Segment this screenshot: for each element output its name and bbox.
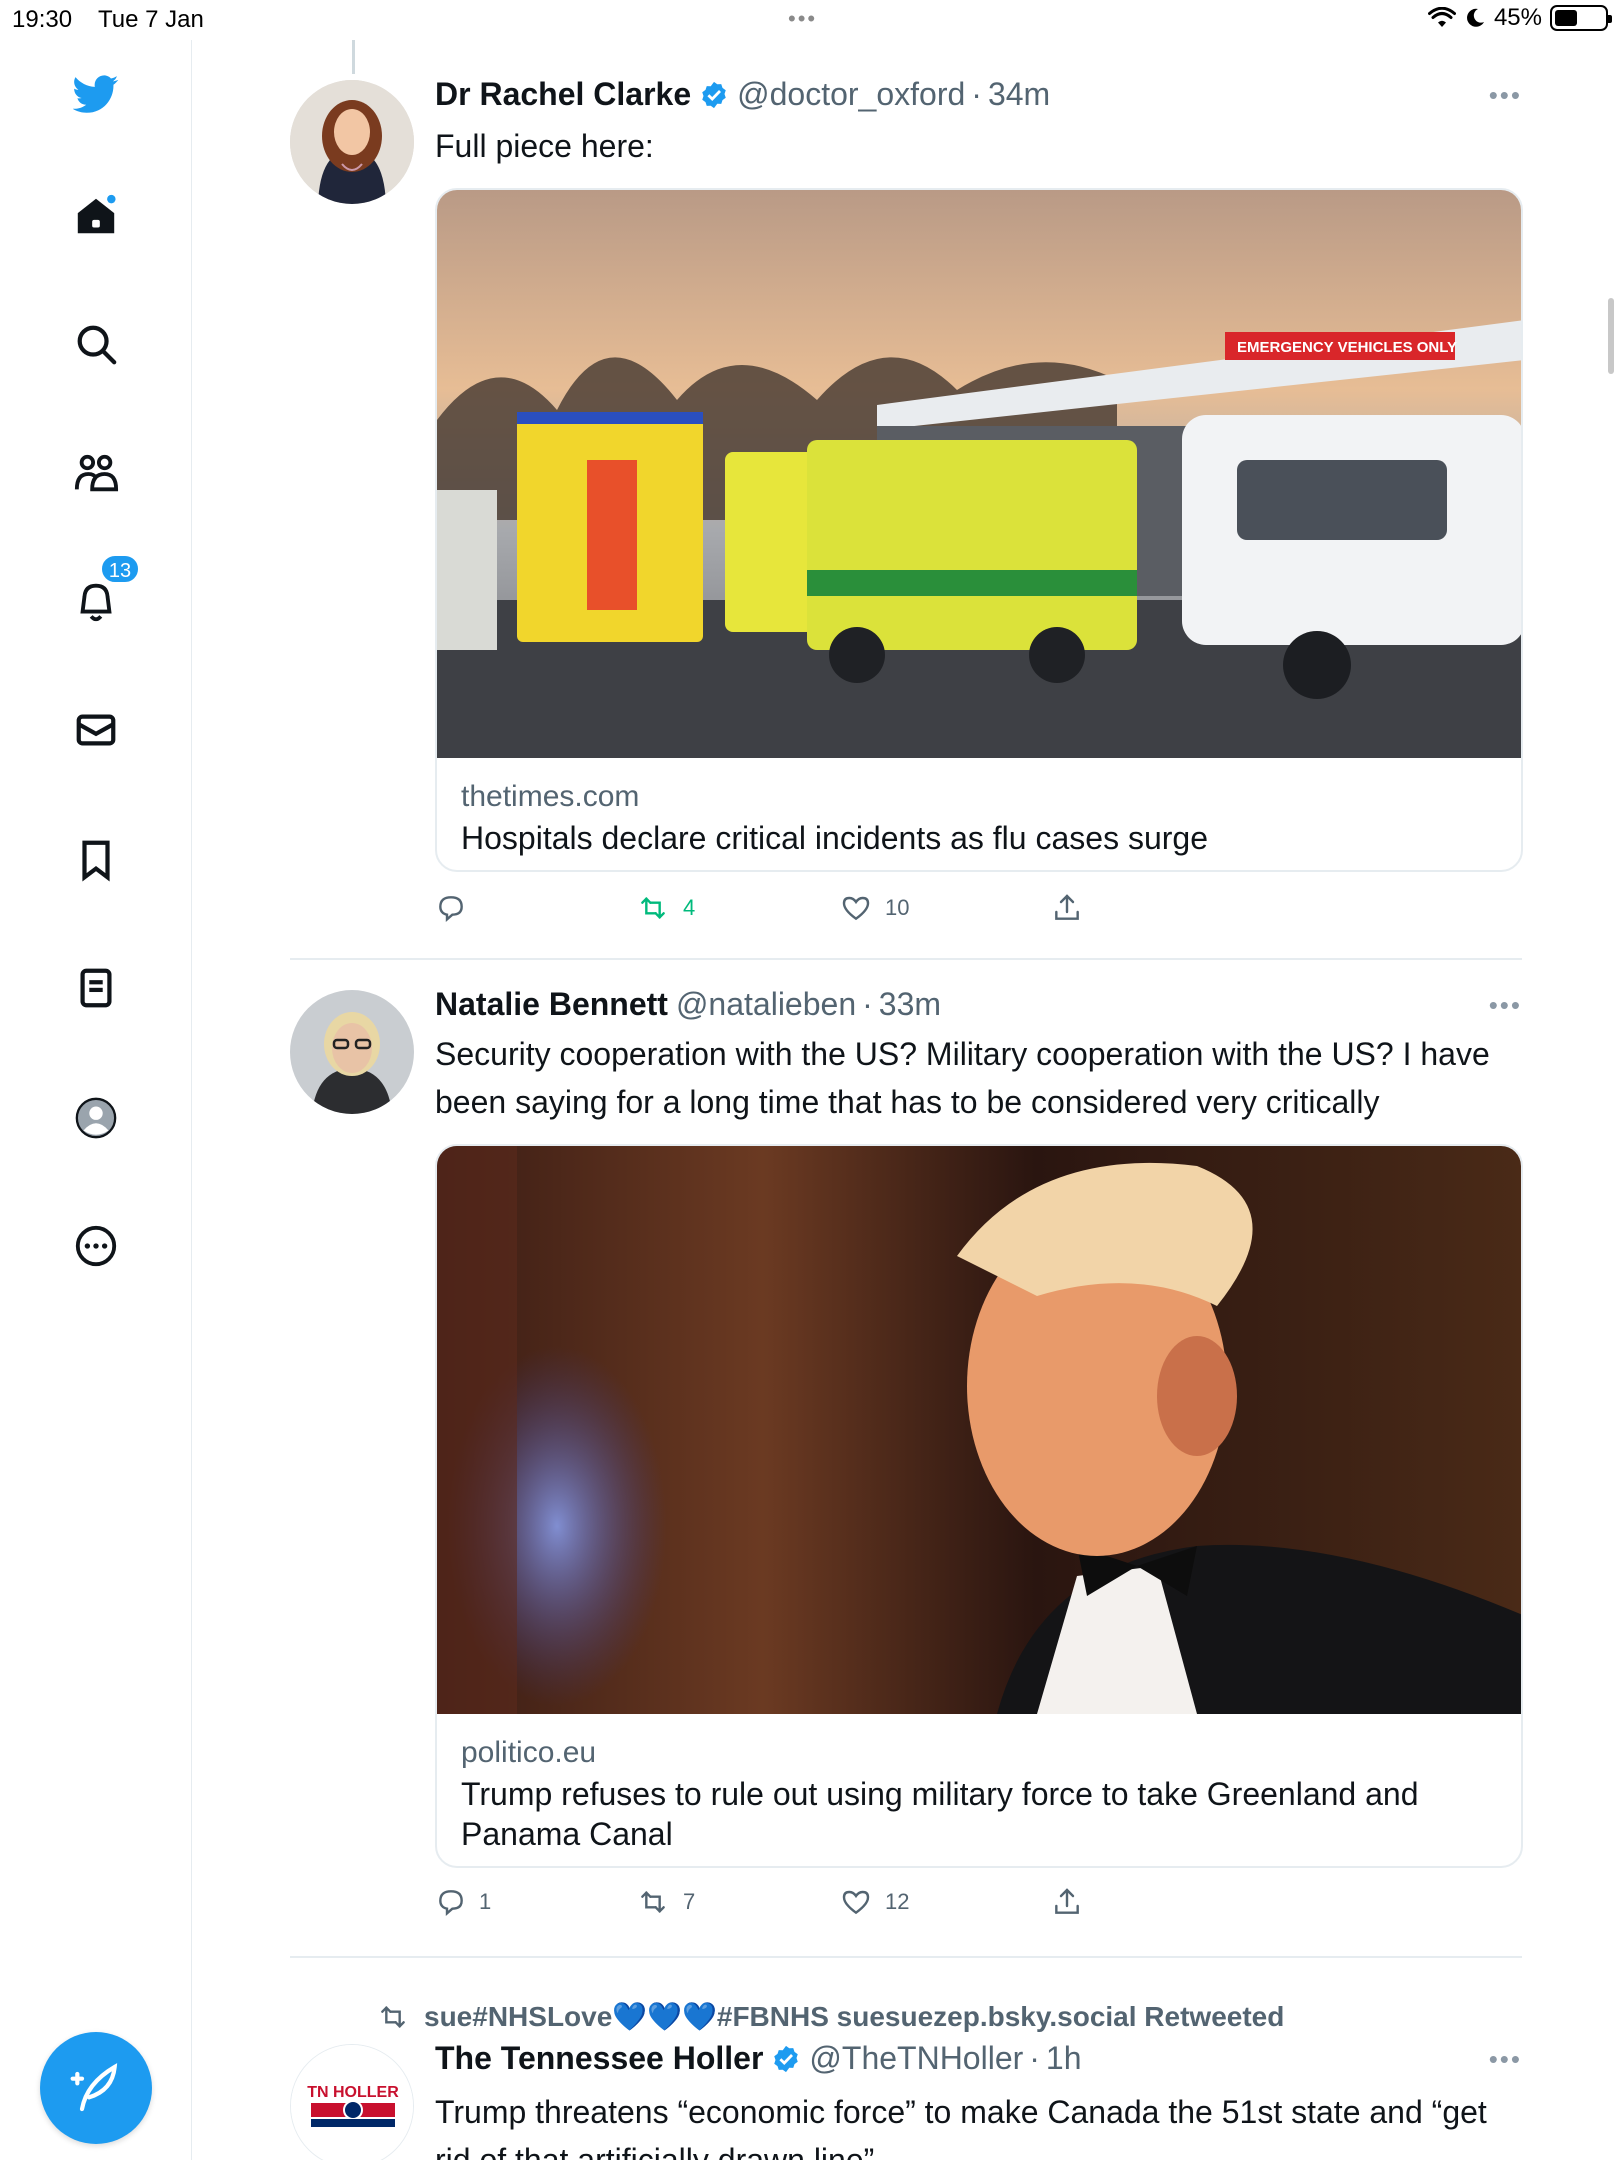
author-name[interactable]: Natalie Bennett: [435, 986, 668, 1023]
profile-icon[interactable]: [70, 1092, 122, 1144]
tweet-divider: [290, 958, 1522, 960]
multitasking-dots[interactable]: •••: [788, 6, 817, 32]
avatar-logo-text: TN HOLLER: [307, 2084, 399, 2101]
home-icon[interactable]: [70, 190, 122, 242]
avatar[interactable]: TN HOLLER: [290, 2044, 414, 2160]
search-icon[interactable]: [70, 318, 122, 370]
sidebar-nav: 13: [0, 40, 192, 2160]
reply-count: 1: [479, 1889, 492, 1914]
header-separator: ·: [1029, 2040, 1040, 2076]
like-count: 10: [885, 895, 910, 920]
avatar[interactable]: [290, 80, 414, 204]
moon-icon: [1467, 8, 1484, 27]
author-handle[interactable]: @TheTNHoller: [809, 2040, 1023, 2077]
compose-tweet-button[interactable]: [40, 2032, 152, 2144]
more-options-icon[interactable]: •••: [1489, 2044, 1522, 2075]
link-card-image: EMERGENCY VEHICLES ONLY: [437, 190, 1521, 758]
verified-badge-icon: [699, 80, 729, 110]
retweet-icon: [641, 896, 665, 920]
share-button[interactable]: [1051, 892, 1083, 924]
share-button[interactable]: [1051, 1886, 1083, 1918]
retweet-icon: [641, 1890, 665, 1914]
link-card-domain: politico.eu: [461, 1736, 597, 1769]
compose-feather-icon: [70, 2063, 118, 2112]
share-icon: [1055, 894, 1079, 920]
author-name[interactable]: The Tennessee Holler: [435, 2040, 763, 2077]
tweet-text: Full piece here:: [435, 128, 654, 164]
notifications-badge: 13: [100, 554, 140, 584]
lists-icon[interactable]: [70, 962, 122, 1014]
tweet-text: Trump threatens “economic force” to make…: [435, 2094, 1487, 2160]
verified-badge-icon: [771, 2044, 801, 2074]
link-card-image: [437, 1146, 1521, 1714]
author-handle[interactable]: @natalieben: [676, 986, 856, 1023]
messages-icon[interactable]: [70, 704, 122, 756]
tweet-time[interactable]: 33m: [879, 986, 941, 1023]
more-options-icon[interactable]: •••: [1489, 80, 1522, 111]
link-card[interactable]: politico.eu Trump refuses to rule out us…: [435, 1144, 1523, 1868]
retweet-icon: [381, 2005, 405, 2028]
heart-icon: [842, 1890, 870, 1915]
tweet-divider: [290, 1956, 1522, 1958]
like-button[interactable]: 12: [839, 1886, 909, 1918]
retweet-count: 4: [683, 895, 696, 920]
author-name[interactable]: Dr Rachel Clarke: [435, 76, 691, 113]
tweet-actions: 1 7 12: [435, 1886, 1135, 1926]
communities-icon[interactable]: [70, 448, 122, 500]
reply-button[interactable]: [435, 892, 479, 924]
link-card[interactable]: EMERGENCY VEHICLES ONLY thetimes.com Hos: [435, 188, 1523, 872]
card-sign-text: EMERGENCY VEHICLES ONLY: [1237, 339, 1457, 356]
like-button[interactable]: 10: [839, 892, 909, 924]
like-count: 12: [885, 1889, 910, 1914]
tweet-actions: 4 10: [435, 892, 1135, 932]
tweet-text: Security cooperation with the US? Milita…: [435, 1036, 1490, 1120]
author-handle[interactable]: @doctor_oxford: [737, 76, 965, 113]
retweet-count: 7: [683, 1889, 696, 1914]
wifi-icon: [1427, 7, 1456, 27]
status-date: Tue 7 Jan: [98, 6, 204, 33]
reply-button[interactable]: 1: [435, 1886, 491, 1918]
battery-icon: [1550, 5, 1612, 31]
avatar[interactable]: [290, 990, 414, 1114]
link-card-title: Trump refuses to rule out using military…: [461, 1776, 1419, 1852]
heart-icon: [842, 896, 870, 921]
header-separator: ·: [862, 986, 873, 1022]
more-options-icon[interactable]: •••: [1489, 990, 1522, 1021]
scrollbar-thumb[interactable]: [1608, 298, 1614, 374]
status-bar: 19:30 Tue 7 Jan ••• 45%: [0, 0, 1620, 40]
reply-icon: [439, 896, 463, 922]
retweeted-by[interactable]: sue#NHSLove💙💙💙#FBNHS suesuezep.bsky.soci…: [374, 2000, 1284, 2033]
tweet-time[interactable]: 1h: [1046, 2040, 1082, 2077]
more-icon[interactable]: [70, 1220, 122, 1272]
share-icon: [1055, 1888, 1079, 1914]
retweeted-by-label: sue#NHSLove💙💙💙#FBNHS suesuezep.bsky.soci…: [424, 2001, 1285, 2032]
twitter-logo-icon[interactable]: [70, 68, 122, 120]
reply-icon: [439, 1890, 463, 1916]
thread-line: [352, 40, 355, 74]
retweet-button[interactable]: 7: [635, 1886, 695, 1918]
header-separator: ·: [971, 76, 982, 112]
status-time: 19:30: [12, 6, 73, 33]
retweet-button[interactable]: 4: [635, 892, 695, 924]
link-card-domain: thetimes.com: [461, 780, 640, 813]
tweet-time[interactable]: 34m: [988, 76, 1050, 113]
battery-percent: 45%: [1493, 4, 1542, 31]
link-card-title: Hospitals declare critical incidents as …: [461, 820, 1208, 856]
bookmarks-icon[interactable]: [70, 834, 122, 886]
